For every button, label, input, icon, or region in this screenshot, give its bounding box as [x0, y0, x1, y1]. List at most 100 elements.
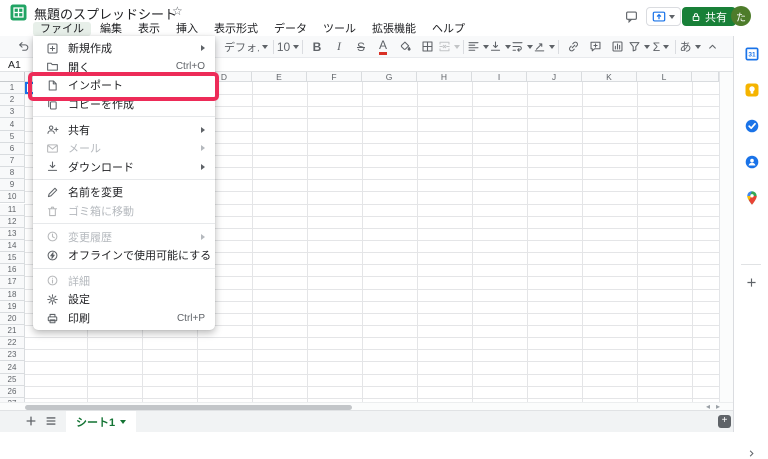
- toolbar-text-color[interactable]: A: [372, 37, 394, 57]
- file-menu-item-person-add[interactable]: 共有: [33, 120, 215, 139]
- toolbar-collapse-toolbar[interactable]: [701, 37, 723, 57]
- calendar-icon[interactable]: 31: [744, 46, 760, 62]
- file-menu-item-trash[interactable]: ゴミ箱に移動: [33, 202, 215, 221]
- row-header-21[interactable]: 21: [0, 325, 25, 338]
- row-header-6[interactable]: 6: [0, 142, 25, 155]
- menubar-item-6[interactable]: データ: [267, 22, 314, 36]
- file-menu-item-clock[interactable]: 変更履歴: [33, 227, 215, 246]
- row-header-4[interactable]: 4: [0, 118, 25, 131]
- row-header-23[interactable]: 23: [0, 349, 25, 362]
- file-menu-item-new-file[interactable]: 新規作成: [33, 39, 215, 58]
- toolbar-font-size-select[interactable]: 10: [277, 37, 300, 57]
- toolbar-borders[interactable]: [416, 37, 438, 57]
- row-header-9[interactable]: 9: [0, 179, 25, 192]
- contacts-icon[interactable]: [744, 154, 760, 170]
- menubar-item-9[interactable]: ヘルプ: [425, 22, 472, 36]
- row-header-26[interactable]: 26: [0, 385, 25, 398]
- toolbar-undo[interactable]: [12, 37, 34, 57]
- menubar-item-3[interactable]: 表示: [131, 22, 167, 36]
- menu-item-label: 共有: [68, 124, 90, 137]
- column-header-L[interactable]: L: [637, 72, 692, 82]
- row-header-3[interactable]: 3: [0, 106, 25, 119]
- row-header-22[interactable]: 22: [0, 337, 25, 350]
- file-menu-item-envelope[interactable]: メール: [33, 139, 215, 158]
- row-header-8[interactable]: 8: [0, 167, 25, 180]
- column-header-F[interactable]: F: [307, 72, 362, 82]
- row-header-19[interactable]: 19: [0, 300, 25, 313]
- menubar-item-5[interactable]: 表示形式: [207, 22, 265, 36]
- menubar-item-2[interactable]: 編集: [93, 22, 129, 36]
- row-header-11[interactable]: 11: [0, 203, 25, 216]
- sheets-logo-icon[interactable]: [10, 4, 27, 21]
- file-menu-item-gear[interactable]: 設定: [33, 290, 215, 309]
- vertical-scrollbar[interactable]: [719, 72, 733, 410]
- column-header-G[interactable]: G: [362, 72, 417, 82]
- column-header[interactable]: [692, 72, 719, 82]
- toolbar-filter[interactable]: [628, 37, 650, 57]
- row-header-13[interactable]: 13: [0, 227, 25, 240]
- select-all-corner[interactable]: [0, 72, 25, 82]
- document-title[interactable]: 無題のスプレッドシート: [34, 4, 177, 23]
- menubar-item-1[interactable]: ファイル: [33, 22, 91, 36]
- keep-icon[interactable]: [744, 82, 760, 98]
- name-box[interactable]: A1: [8, 59, 21, 71]
- column-header-K[interactable]: K: [582, 72, 637, 82]
- menubar-item-8[interactable]: 拡張機能: [365, 22, 423, 36]
- toolbar-text-rotation[interactable]: [533, 37, 555, 57]
- add-badge-icon[interactable]: +: [718, 415, 731, 428]
- toolbar-font-family-select[interactable]: デフォルト...: [222, 37, 270, 57]
- row-header-17[interactable]: 17: [0, 276, 25, 289]
- column-header-I[interactable]: I: [472, 72, 527, 82]
- row-header-2[interactable]: 2: [0, 94, 25, 107]
- toolbar-horizontal-align[interactable]: [467, 37, 489, 57]
- toolbar-strikethrough[interactable]: S: [350, 37, 372, 57]
- sheet-tab-active[interactable]: シート1: [66, 411, 137, 433]
- file-menu-item-pencil[interactable]: 名前を変更: [33, 183, 215, 202]
- row-header-10[interactable]: 10: [0, 191, 25, 204]
- row-header-20[interactable]: 20: [0, 312, 25, 325]
- menubar-item-4[interactable]: 挿入: [169, 22, 205, 36]
- row-header-16[interactable]: 16: [0, 264, 25, 277]
- row-header-18[interactable]: 18: [0, 288, 25, 301]
- column-header-H[interactable]: H: [417, 72, 472, 82]
- toolbar-insert-comment[interactable]: [584, 37, 606, 57]
- maps-icon[interactable]: [744, 190, 760, 206]
- toolbar-functions[interactable]: Σ: [650, 37, 672, 57]
- row-header-7[interactable]: 7: [0, 154, 25, 168]
- toolbar-italic[interactable]: I: [328, 37, 350, 57]
- toolbar-insert-link[interactable]: [562, 37, 584, 57]
- column-header-J[interactable]: J: [527, 72, 582, 82]
- toolbar-vertical-align[interactable]: [489, 37, 511, 57]
- toolbar-bold[interactable]: B: [306, 37, 328, 57]
- toolbar-fill-color[interactable]: [394, 37, 416, 57]
- comment-history-icon[interactable]: [625, 10, 638, 23]
- file-menu-item-printer[interactable]: 印刷 Ctrl+P: [33, 309, 215, 328]
- hide-side-panel-icon[interactable]: [746, 448, 757, 459]
- file-menu-item-download[interactable]: ダウンロード: [33, 158, 215, 177]
- star-icon[interactable]: ☆: [172, 4, 183, 18]
- horizontal-scrollbar[interactable]: ◂ ▸: [0, 402, 733, 411]
- row-header-25[interactable]: 25: [0, 373, 25, 386]
- row-header-1[interactable]: 1: [0, 82, 25, 95]
- toolbar-insert-chart[interactable]: [606, 37, 628, 57]
- get-addons-icon[interactable]: [745, 276, 758, 289]
- avatar[interactable]: た: [731, 6, 751, 26]
- row-header-12[interactable]: 12: [0, 215, 25, 228]
- row-header-14[interactable]: 14: [0, 239, 25, 253]
- toolbar-merge-cells[interactable]: [438, 37, 460, 57]
- add-sheet-icon[interactable]: [24, 414, 38, 428]
- horizontal-scrollbar-thumb[interactable]: [25, 404, 352, 410]
- row-header-24[interactable]: 24: [0, 361, 25, 374]
- tasks-icon[interactable]: [744, 118, 760, 134]
- row-header-15[interactable]: 15: [0, 252, 25, 265]
- share-button[interactable]: 共有: [682, 7, 736, 26]
- toolbar-text-wrap[interactable]: [511, 37, 533, 57]
- present-button[interactable]: [646, 7, 681, 26]
- toolbar-input-tools[interactable]: あ: [679, 37, 701, 57]
- column-header-E[interactable]: E: [252, 72, 307, 82]
- row-header-5[interactable]: 5: [0, 130, 25, 143]
- file-menu-item-info[interactable]: 詳細: [33, 272, 215, 291]
- all-sheets-icon[interactable]: [44, 414, 58, 428]
- file-menu-item-offline[interactable]: オフラインで使用可能にする: [33, 246, 215, 265]
- menubar-item-7[interactable]: ツール: [316, 22, 363, 36]
